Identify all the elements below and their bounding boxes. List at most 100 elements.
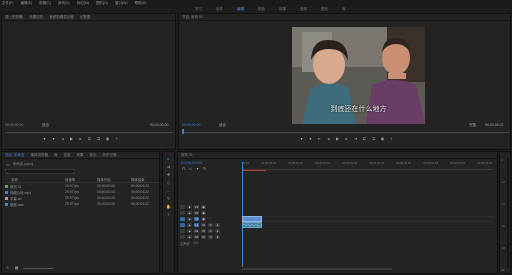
selection-tool-icon[interactable]: ▸ <box>166 156 171 161</box>
solo-icon[interactable]: S <box>208 223 213 227</box>
eye-icon[interactable]: ◉ <box>201 205 206 209</box>
table-row[interactable]: 音频.wav 29.97 fps 00;00;00;00 00;00;04;22 <box>5 201 158 207</box>
icon-view-icon[interactable]: ▦ <box>14 266 19 270</box>
slip-tool-icon[interactable]: ↔ <box>166 188 171 193</box>
tab-markers[interactable]: 标记 <box>89 153 96 158</box>
track-lock-icon[interactable]: 🔒︎ <box>187 235 192 239</box>
program-fit-select[interactable]: 适合 <box>219 123 226 128</box>
pen-tool-icon[interactable]: ✎ <box>166 196 171 201</box>
mic-icon[interactable]: ● <box>215 235 220 239</box>
master-volume[interactable]: 0.0 <box>194 241 198 245</box>
workspace-libraries[interactable]: 库 <box>342 7 346 12</box>
program-timecode[interactable]: 00;00;00;00 <box>182 123 201 127</box>
mic-icon[interactable]: ● <box>215 223 220 227</box>
menu-file[interactable]: 文件(F) <box>2 1 13 6</box>
eye-icon[interactable]: ◉ <box>201 211 206 215</box>
extract-icon[interactable]: ⊐ <box>371 137 376 141</box>
workspace-assembly[interactable]: 组件 <box>216 7 223 12</box>
mark-in-icon[interactable]: ▾ <box>299 137 304 141</box>
mute-icon[interactable]: M <box>201 223 206 227</box>
source-patch-a2[interactable] <box>180 229 185 233</box>
source-fit-select[interactable]: 适合 <box>42 123 49 128</box>
ripple-edit-tool-icon[interactable]: ✥ <box>166 172 171 177</box>
type-tool-icon[interactable]: T <box>166 212 171 217</box>
workspace-color[interactable]: 颜色 <box>258 7 265 12</box>
time-ruler[interactable]: 00;00 00;00;00;15 00;00;01;00 00;00;01;1… <box>242 161 492 170</box>
hand-tool-icon[interactable]: ✋ <box>166 204 171 209</box>
list-view-icon[interactable]: ≡ <box>5 266 10 270</box>
play-icon[interactable]: ▶ <box>335 137 340 141</box>
workspace-effects[interactable]: 效果 <box>279 7 286 12</box>
program-playhead[interactable] <box>182 129 184 134</box>
export-frame-icon[interactable]: ◉ <box>105 137 110 141</box>
step-back-icon[interactable]: ◂ <box>326 137 331 141</box>
track-label-a2[interactable]: A2 <box>194 229 199 233</box>
workspace-audio[interactable]: 音频 <box>300 7 307 12</box>
track-lock-icon[interactable]: 🔒︎ <box>187 229 192 233</box>
step-back-icon[interactable]: ◂ <box>60 137 65 141</box>
source-patch-a1[interactable] <box>180 223 185 227</box>
source-scrubber[interactable] <box>5 130 173 133</box>
source-patch-a3[interactable] <box>180 235 185 239</box>
tab-info[interactable]: 信息 <box>63 153 70 158</box>
track-label-v2[interactable]: V2 <box>194 211 199 215</box>
mark-out-icon[interactable]: ▾ <box>308 137 313 141</box>
solo-icon[interactable]: S <box>208 235 213 239</box>
tab-libraries[interactable]: 库 <box>54 153 58 158</box>
play-icon[interactable]: ▶ <box>69 137 74 141</box>
column-media-start[interactable]: 媒体开始 <box>97 177 123 182</box>
mute-icon[interactable]: M <box>201 229 206 233</box>
menu-graphics[interactable]: 图形(G) <box>96 1 108 6</box>
add-button-icon[interactable]: + <box>114 137 119 141</box>
step-forward-icon[interactable]: ▸ <box>344 137 349 141</box>
razor-tool-icon[interactable]: ◇ <box>166 180 171 185</box>
tab-audio-clip-mixer[interactable]: 音频剪辑混合器 <box>49 15 74 20</box>
track-label-v1[interactable]: V1 <box>194 217 199 221</box>
audio-clip[interactable] <box>242 222 262 228</box>
tab-metadata[interactable]: 元数据 <box>80 15 91 20</box>
track-label-a1[interactable]: A1 <box>194 223 199 227</box>
insert-icon[interactable]: ⊏ <box>87 137 92 141</box>
export-frame-icon[interactable]: ◉ <box>380 137 385 141</box>
track-lock-icon[interactable]: 🔒︎ <box>187 223 192 227</box>
step-forward-icon[interactable]: ▸ <box>78 137 83 141</box>
go-to-in-icon[interactable]: ⇤ <box>317 137 322 141</box>
source-patch-v1[interactable] <box>180 217 185 221</box>
source-timecode[interactable]: 00;00;00;00 <box>5 123 24 127</box>
track-label-a3[interactable]: A3 <box>194 235 199 239</box>
overwrite-icon[interactable]: ⊐ <box>96 137 101 141</box>
add-marker-icon[interactable]: ▾ <box>195 167 200 171</box>
eye-icon[interactable]: ◉ <box>201 217 206 221</box>
tab-project[interactable]: 项目: 未命名 <box>5 153 24 158</box>
workspace-editing[interactable]: 编辑 <box>237 7 244 12</box>
column-fps[interactable]: 帧速率 <box>65 177 89 182</box>
go-to-out-icon[interactable]: ⇥ <box>353 137 358 141</box>
tab-effects[interactable]: 效果 <box>76 153 83 158</box>
workspace-learning[interactable]: 学习 <box>195 7 202 12</box>
program-resolution-select[interactable]: 完整 <box>469 123 476 128</box>
wrench-icon[interactable]: ✎ <box>202 167 207 171</box>
program-scrubber[interactable] <box>182 130 509 133</box>
tab-sequence[interactable]: 序列 01 <box>181 153 193 158</box>
track-label-v3[interactable]: V3 <box>194 205 199 209</box>
mark-in-icon[interactable]: ▾ <box>42 137 47 141</box>
track-lock-icon[interactable]: 🔒︎ <box>187 205 192 209</box>
track-select-tool-icon[interactable]: ⇉ <box>166 164 171 169</box>
menu-sequence[interactable]: 序列(S) <box>58 1 70 6</box>
track-lock-icon[interactable]: 🔒︎ <box>187 217 192 221</box>
solo-icon[interactable]: S <box>208 229 213 233</box>
menu-window[interactable]: 窗口(W) <box>115 1 128 6</box>
mic-icon[interactable]: ● <box>215 229 220 233</box>
menu-clip[interactable]: 剪辑(C) <box>39 1 51 6</box>
lift-icon[interactable]: ⊏ <box>362 137 367 141</box>
tab-program[interactable]: 节目: 序列 01 <box>182 15 203 20</box>
tab-effect-controls[interactable]: 效果控件 <box>29 15 43 20</box>
snap-icon[interactable]: ⊓ <box>181 167 186 171</box>
zoom-slider[interactable] <box>23 268 53 269</box>
workspace-graphics[interactable]: 图形 <box>321 7 328 12</box>
project-search-input[interactable]: ⌕ <box>5 169 75 175</box>
tab-history[interactable]: 历史记录 <box>102 153 116 158</box>
add-button-icon[interactable]: + <box>389 137 394 141</box>
timeline-zoom-scrollbar[interactable] <box>242 268 392 270</box>
timeline-timecode[interactable]: 00;00;00;00 <box>181 160 202 165</box>
